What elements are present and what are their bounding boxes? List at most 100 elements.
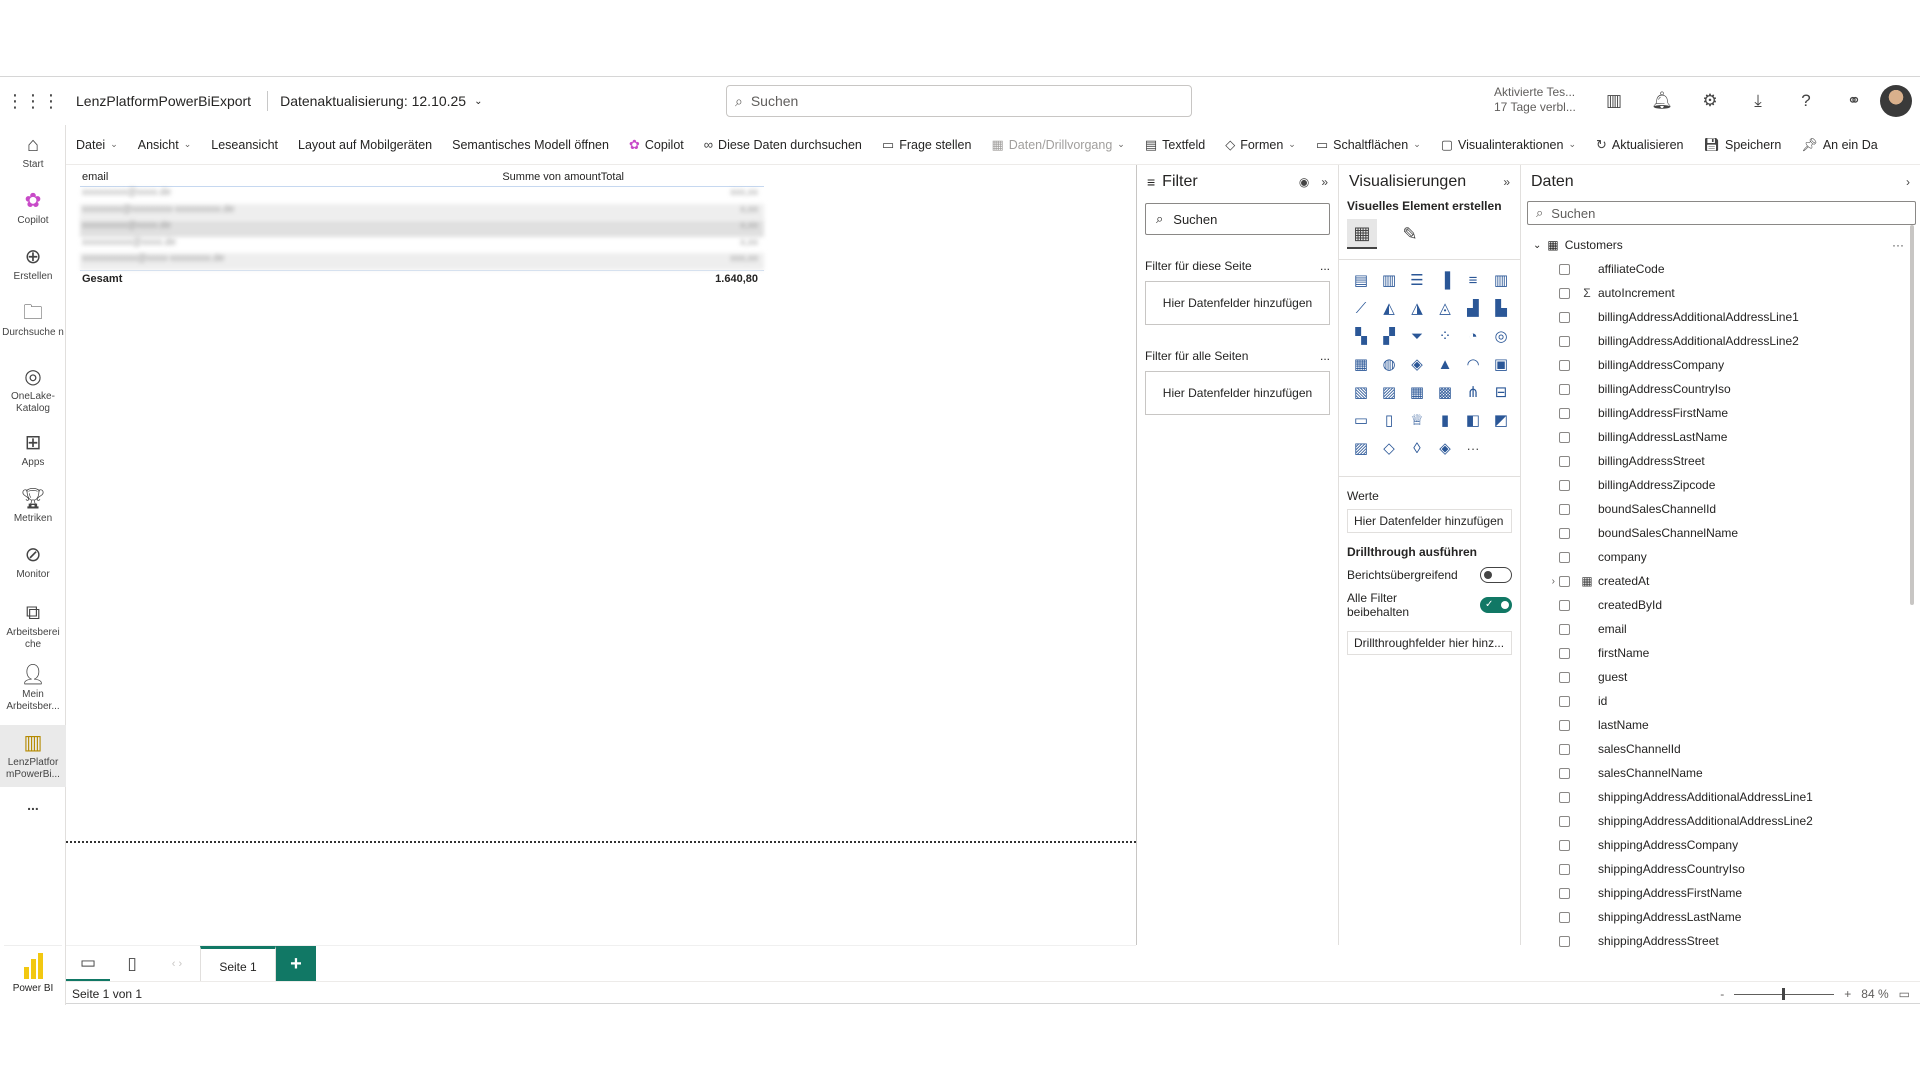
- paginated-icon[interactable]: ▮: [1431, 406, 1459, 434]
- bell-icon[interactable]: 🔔︎: [1638, 91, 1686, 111]
- explore-data-button[interactable]: ∞ Diese Daten durchsuchen: [694, 137, 872, 152]
- field-checkbox[interactable]: [1559, 455, 1570, 467]
- field-checkbox[interactable]: [1559, 767, 1570, 779]
- key-influencers-icon[interactable]: ⊟: [1487, 378, 1515, 406]
- format-visual-tab-icon[interactable]: ✎: [1395, 219, 1425, 249]
- field-checkbox[interactable]: [1559, 887, 1570, 899]
- nav-onelake[interactable]: ◎ OneLake-Katalog: [0, 365, 66, 431]
- help-icon[interactable]: ?: [1782, 91, 1830, 111]
- field-checkbox[interactable]: [1559, 695, 1570, 707]
- buttons-menu[interactable]: ▭ Schaltflächen ⌄: [1306, 137, 1431, 153]
- nav-copilot[interactable]: ✿ Copilot: [0, 189, 66, 241]
- image-icon[interactable]: ▨: [1347, 434, 1375, 462]
- field-item[interactable]: billingAddressZipcode: [1521, 473, 1920, 497]
- filter-page-drop-zone[interactable]: Hier Datenfelder hinzufügen: [1145, 281, 1330, 325]
- field-item[interactable]: boundSalesChannelId: [1521, 497, 1920, 521]
- table-icon[interactable]: ▦: [1403, 378, 1431, 406]
- zoom-in-button[interactable]: +: [1844, 987, 1851, 1001]
- field-checkbox[interactable]: [1559, 575, 1570, 587]
- line-clustered-icon[interactable]: ▙: [1487, 294, 1515, 322]
- nav-current-report[interactable]: ▥ LenzPlatfor mPowerBi...: [0, 725, 66, 787]
- menu-datei[interactable]: Datei ⌄: [66, 138, 128, 152]
- field-item[interactable]: billingAddressLastName: [1521, 425, 1920, 449]
- table-row[interactable]: xxxxxxxxx@xxxx.de xxx,xx: [80, 187, 764, 204]
- report-canvas[interactable]: email Summe von amountTotal xxxxxxxxx@xx…: [66, 165, 1136, 945]
- nav-more[interactable]: ...: [0, 787, 66, 823]
- field-item[interactable]: company: [1521, 545, 1920, 569]
- open-semantic-model-button[interactable]: Semantisches Modell öffnen: [442, 138, 619, 152]
- map-icon[interactable]: ◍: [1375, 350, 1403, 378]
- data-pane-scrollbar[interactable]: [1910, 225, 1914, 605]
- nav-apps[interactable]: ⊞ Apps: [0, 431, 66, 487]
- python-visual-icon[interactable]: ◈: [1431, 434, 1459, 462]
- global-search-input[interactable]: ⌕ Suchen: [726, 85, 1192, 117]
- field-checkbox[interactable]: [1559, 935, 1570, 947]
- copilot-button[interactable]: ✿ Copilot: [619, 137, 694, 153]
- treemap-icon[interactable]: ▦: [1347, 350, 1375, 378]
- 100-area-icon[interactable]: ◬: [1431, 294, 1459, 322]
- download-icon[interactable]: ⤓: [1734, 91, 1782, 111]
- field-item[interactable]: salesChannelName: [1521, 761, 1920, 785]
- zoom-slider-thumb[interactable]: [1782, 987, 1786, 1000]
- collapse-viz-icon[interactable]: »: [1503, 175, 1510, 189]
- filter-all-pages-drop-zone[interactable]: Hier Datenfelder hinzufügen: [1145, 371, 1330, 415]
- shapes-menu[interactable]: ◇ Formen ⌄: [1215, 137, 1306, 153]
- table-visual[interactable]: email Summe von amountTotal xxxxxxxxx@xx…: [80, 171, 764, 288]
- field-item[interactable]: billingAddressCompany: [1521, 353, 1920, 377]
- textbox-button[interactable]: ▤ Textfeld: [1135, 137, 1215, 153]
- desktop-layout-icon[interactable]: ▭: [66, 946, 110, 982]
- chevron-right-icon[interactable]: ›: [1521, 576, 1559, 587]
- column-header-email[interactable]: email: [80, 171, 108, 186]
- ribbon-icon[interactable]: ▚: [1347, 322, 1375, 350]
- field-checkbox[interactable]: [1559, 743, 1570, 755]
- drillthrough-drop-zone[interactable]: Drillthroughfelder hier hinz...: [1347, 631, 1512, 655]
- field-checkbox[interactable]: [1559, 647, 1570, 659]
- field-item[interactable]: guest: [1521, 665, 1920, 689]
- more-options-icon[interactable]: ...: [1320, 349, 1330, 363]
- field-item[interactable]: shippingAddressStreet: [1521, 929, 1920, 953]
- 100-column-icon[interactable]: ▥: [1487, 266, 1515, 294]
- line-icon[interactable]: ⟋: [1347, 294, 1375, 322]
- avatar[interactable]: [1880, 85, 1912, 117]
- table-row[interactable]: xxxxxxxxxx@xxxx.de x,xx: [80, 237, 764, 254]
- table-row[interactable]: xxxxxxxx@xxxxxxxx-xxxxxxxxx.de x,xx: [80, 203, 764, 220]
- field-item[interactable]: shippingAddressLastName: [1521, 905, 1920, 929]
- gauge-icon[interactable]: ◠: [1459, 350, 1487, 378]
- nav-arbeitsbereiche[interactable]: ⧉ Arbeitsberei che: [0, 601, 66, 663]
- mobile-layout-button[interactable]: Layout auf Mobilgeräten: [288, 138, 442, 152]
- field-checkbox[interactable]: [1559, 671, 1570, 683]
- save-button[interactable]: 💾︎ Speichern: [1693, 137, 1791, 153]
- field-item[interactable]: billingAddressAdditionalAddressLine2: [1521, 329, 1920, 353]
- donut-icon[interactable]: ◎: [1487, 322, 1515, 350]
- pin-to-dashboard-button[interactable]: 📌︎ An ein Da: [1791, 137, 1887, 153]
- field-checkbox[interactable]: [1559, 287, 1570, 299]
- field-checkbox[interactable]: [1559, 911, 1570, 923]
- stacked-column-icon[interactable]: ▥: [1375, 266, 1403, 294]
- column-header-sum[interactable]: Summe von amountTotal: [502, 171, 764, 186]
- azure-map-icon[interactable]: ▲: [1431, 350, 1459, 378]
- line-column-icon[interactable]: ▟: [1459, 294, 1487, 322]
- panel-toggle-icon[interactable]: ▥: [1590, 91, 1638, 111]
- fit-page-icon[interactable]: ▭: [1899, 987, 1910, 1001]
- field-item[interactable]: shippingAddressCompany: [1521, 833, 1920, 857]
- decomposition-icon[interactable]: ⋔: [1459, 378, 1487, 406]
- field-checkbox[interactable]: [1559, 359, 1570, 371]
- field-item[interactable]: billingAddressAdditionalAddressLine1: [1521, 305, 1920, 329]
- field-item[interactable]: email: [1521, 617, 1920, 641]
- data-drill-menu[interactable]: ▦ Daten/Drillvorgang ⌄: [981, 137, 1134, 153]
- app-launcher-icon[interactable]: ⋮⋮⋮: [0, 91, 66, 112]
- field-checkbox[interactable]: [1559, 263, 1570, 275]
- field-checkbox[interactable]: [1559, 335, 1570, 347]
- collapse-data-icon[interactable]: ›: [1906, 175, 1910, 189]
- field-checkbox[interactable]: [1559, 527, 1570, 539]
- keep-filters-toggle[interactable]: [1480, 597, 1512, 613]
- field-item[interactable]: › ▦ createdAt: [1521, 569, 1920, 593]
- zoom-level[interactable]: 84 %: [1861, 987, 1888, 1001]
- field-checkbox[interactable]: [1559, 863, 1570, 875]
- pie-icon[interactable]: ◔: [1459, 322, 1487, 350]
- field-item[interactable]: affiliateCode: [1521, 257, 1920, 281]
- waterfall-icon[interactable]: ▞: [1375, 322, 1403, 350]
- slicer-icon[interactable]: ▨: [1375, 378, 1403, 406]
- funnel-icon[interactable]: ⏷: [1403, 322, 1431, 350]
- qa-icon[interactable]: ▭: [1347, 406, 1375, 434]
